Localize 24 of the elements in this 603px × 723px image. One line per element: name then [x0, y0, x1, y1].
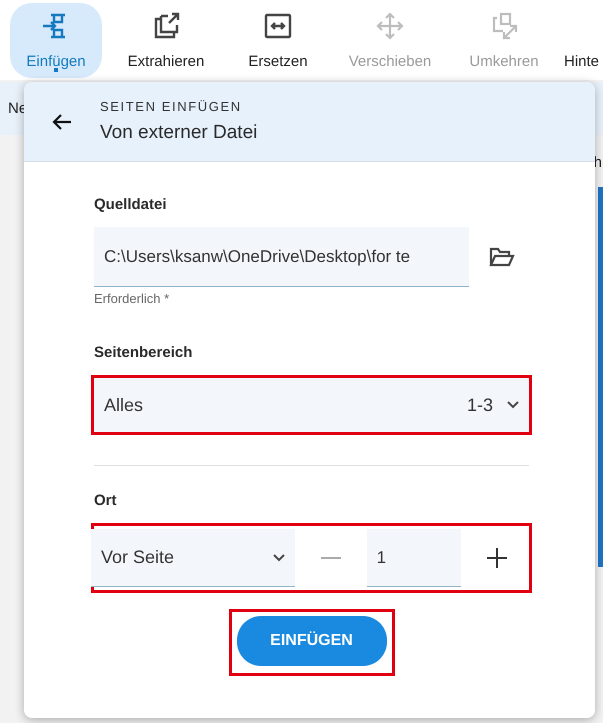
panel-title: Von externer Datei [100, 122, 258, 144]
move-icon [376, 12, 404, 40]
page-range-select[interactable]: Alles 1-3 [94, 378, 529, 432]
panel-overline: SEITEN EINFÜGEN [100, 99, 243, 114]
position-select[interactable]: Vor Seite [91, 529, 296, 587]
page-number-field[interactable]: 1 [366, 529, 462, 587]
plus-icon [487, 548, 508, 568]
insert-button[interactable]: EINFÜGEN [236, 616, 386, 666]
field-label: Quelldatei [94, 196, 168, 213]
toolbar-button[interactable]: Extrahieren [112, 3, 220, 78]
field-label: Seitenbereich [94, 344, 194, 361]
pages-arrow-icon [490, 12, 518, 40]
chevron-down-icon [507, 401, 519, 409]
folder-icon[interactable] [489, 246, 515, 268]
minus-icon [320, 557, 341, 559]
field-hint: Erforderlich * [94, 291, 170, 306]
swap-icon [264, 13, 292, 39]
toolbar-button[interactable]: Ersetzen [230, 3, 326, 78]
chevron-down-icon [273, 554, 286, 562]
field-label: Ort [94, 492, 118, 509]
file-path-field[interactable]: C:\Users\ksanw\OneDrive\Desktop\for te [94, 227, 469, 287]
toolbar-button[interactable]: Hinte [564, 3, 600, 78]
export-icon [152, 12, 180, 40]
toolbar-button[interactable]: Einfügen [10, 3, 102, 78]
